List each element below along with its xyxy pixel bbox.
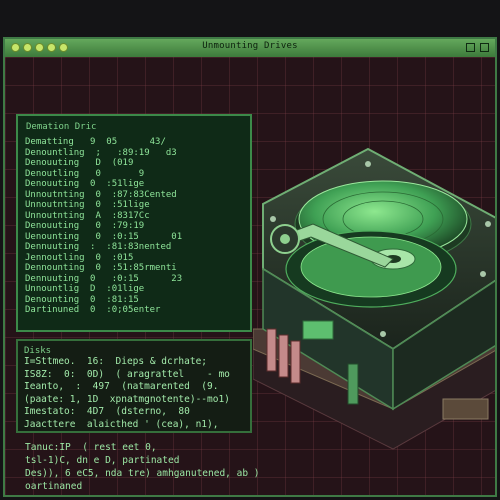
hard-drive-illustration xyxy=(253,147,495,450)
terminal-line: Dennuuting : :81:83nented xyxy=(25,242,172,252)
unmount-terminal-panel: Demation Dric Dematting 9 05 43/ Denount… xyxy=(16,114,252,332)
disks-panel: Disks I=Sttmeo. 16: Dieps & dcrhate; IS8… xyxy=(16,339,252,433)
terminal-line: Denoutling 0 9 xyxy=(25,168,145,179)
disk-line: Ieanto, : 497 (natmarented (9. xyxy=(24,381,219,392)
terminal-line: Unnoutnting A :8317Cc xyxy=(25,210,150,221)
terminal-line: Dartinuned 0 :0;05enter xyxy=(25,305,161,315)
terminal-line: Dematting 9 05 43/ xyxy=(25,137,166,147)
status-line: oartinaned xyxy=(25,481,83,492)
terminal-line: Unnoutnting 0 :51lige xyxy=(25,200,150,210)
disk-line: Jaacttere alaicthed ' (cea), n1), xyxy=(24,418,219,430)
terminal-line: Jennoutling 0 :015 xyxy=(25,252,134,263)
status-line: tsl-1)C, dn e D, partinated xyxy=(25,455,180,466)
terminal-lines: Dematting 9 05 43/ Denountling ; :89:19 … xyxy=(25,137,246,316)
disk-line: (paate: 1, 1D xpnatmgnotente)--mo1) xyxy=(24,393,230,405)
terminal-line: Denountling ; :89:19 d3 xyxy=(25,147,177,158)
terminal-line: Denouuting 0 :79:19 xyxy=(25,221,145,231)
disks-lines: I=Sttmeo. 16: Dieps & dcrhate; IS8Z: 0: … xyxy=(24,356,246,431)
close-icon[interactable] xyxy=(480,43,489,52)
terminal-line: Dennounting 0 :51:85rmenti xyxy=(25,263,177,273)
maximize-icon[interactable] xyxy=(466,43,475,52)
status-line: Des)), 6 eC5, nda tre) amhganutened, ab … xyxy=(25,468,260,479)
terminal-line: Unnoutnting 0 :87:83Cented xyxy=(25,189,177,200)
disk-line: IS8Z: 0: 0D) ( aragrattel - mo xyxy=(24,368,230,380)
terminal-header: Demation Dric xyxy=(26,122,97,132)
status-output: Tanuc:IP ( rest eet 0, tsl-1)C, dn e D, … xyxy=(25,441,485,493)
disks-header: Disks xyxy=(24,346,52,356)
terminal-line: Unnountlig D :01lige xyxy=(25,284,145,294)
status-line: Tanuc:IP ( rest eet 0, xyxy=(25,442,157,453)
terminal-line: Denouuting D (019 xyxy=(25,158,134,168)
disk-line: I=Sttmeo. 16: Dieps & dcrhate; xyxy=(24,356,208,367)
terminal-line: Denounting 0 :81:15 xyxy=(25,294,139,305)
window-title: Unmounting Drives xyxy=(202,41,298,51)
title-bar: Unmounting Drives xyxy=(5,39,495,58)
terminal-line: Denouuting 0 :51lige xyxy=(25,179,145,189)
app-window: Unmounting Drives Demation Dric Demattin… xyxy=(3,37,497,497)
terminal-line: Uenounting 0 :0:15 01 xyxy=(25,231,183,242)
disk-line: Imestato: 4D7 (dsterno, 80 xyxy=(24,406,190,417)
terminal-line: Dennuuting 0 :0:15 23 xyxy=(25,273,183,284)
